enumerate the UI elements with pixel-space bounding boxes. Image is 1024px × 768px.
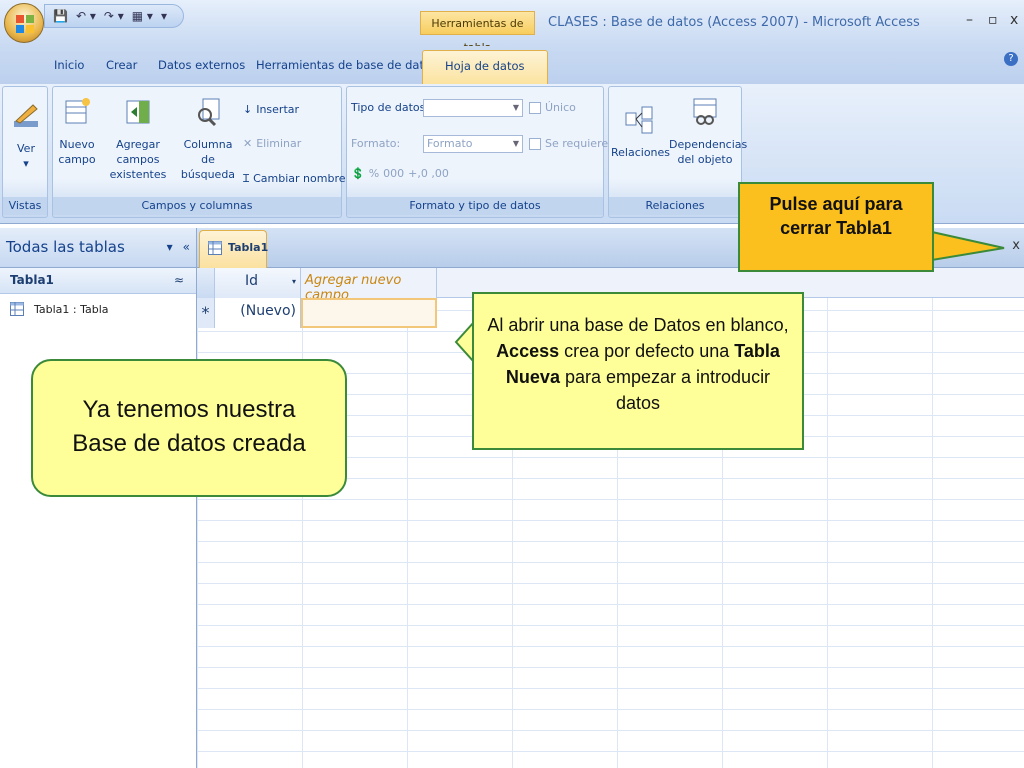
callout-close-hint: Pulse aquí para cerrar Tabla1 [738,182,934,272]
insertar-button[interactable]: ↓ Insertar [243,103,299,116]
chevron-up-icon[interactable]: ≈ [174,273,184,287]
insert-column-icon: ↓ [243,103,253,116]
chevron-down-icon: ▼ [512,103,519,112]
increase-decimals-button[interactable]: +,0 ,00 [408,167,449,180]
relaciones-button[interactable]: Relaciones [611,105,670,160]
select-all-corner[interactable] [197,268,215,298]
view-icon[interactable]: ▦ ▾ [132,9,153,23]
columna-busqueda-button[interactable]: Columna de búsqueda [177,97,239,182]
title-bar: 💾 ↶ ▾ ↷ ▾ ▦ ▾ ▾ Herramientas de tabla CL… [0,0,1024,54]
group-label-formato: Formato y tipo de datos [347,197,603,215]
callout-new-table-info: Al abrir una base de Datos en blanco, Ac… [472,292,804,450]
tipo-datos-label: Tipo de datos: [351,101,430,114]
group-relaciones: Relaciones Dependencias del objeto Relac… [608,86,747,218]
nav-group-tabla1[interactable]: Tabla1 ≈ [0,268,196,294]
table-icon [10,302,24,316]
context-tab-herramientas-tabla: Herramientas de tabla [420,11,535,54]
currency-icon[interactable]: 💲 [351,167,365,180]
tipo-datos-select[interactable]: ▼ [423,99,523,117]
tab-herramientas-bd[interactable]: Herramientas de base de datos [256,58,437,72]
nav-collapse-icon[interactable]: « [183,240,190,254]
nav-pane-header[interactable]: Todas las tablas ▾ « [0,228,196,268]
tab-hoja-de-datos[interactable]: Hoja de datos [422,50,548,84]
restore-button[interactable]: ▫ [988,12,998,28]
table-icon [208,241,222,255]
window-title: CLASES : Base de datos (Access 2007) - M… [548,15,920,30]
nav-dropdown-icon[interactable]: ▾ [167,240,173,254]
object-dependencies-icon [693,98,717,125]
number-format-buttons: 💲 % 000 +,0 ,00 [351,167,449,180]
column-header-id[interactable]: Id ▾ [215,268,301,298]
office-button[interactable] [4,3,44,43]
ver-button[interactable]: Ver ▾ [7,101,45,171]
close-window-button[interactable]: x [1010,12,1018,28]
group-label-campos: Campos y columnas [53,197,341,215]
doc-tab-tabla1[interactable]: Tabla1 [199,230,268,268]
rename-column-icon: Ɪ [243,172,250,185]
nuevo-campo-button[interactable]: Nuevo campo [57,97,97,167]
new-field-icon [65,98,90,124]
percent-button[interactable]: % [369,167,379,180]
save-icon[interactable]: 💾 [53,9,68,23]
table-row-new: * (Nuevo) [197,298,437,328]
group-label-relaciones: Relaciones [609,197,741,215]
relationships-icon [625,106,653,134]
se-requiere-checkbox[interactable]: Se requiere [529,137,608,150]
ribbon-tabs: Inicio Crear Datos externos Herramientas… [0,46,1024,84]
formato-label: Formato: [351,137,401,150]
tab-inicio[interactable]: Inicio [54,58,84,72]
cell-add-field-new[interactable] [301,298,437,328]
group-vistas: Ver ▾ Vistas [2,86,48,218]
dependencias-button[interactable]: Dependencias del objeto [669,97,747,167]
new-row-marker[interactable]: * [197,298,215,328]
nav-item-tabla1[interactable]: Tabla1 : Tabla [0,294,196,324]
chevron-down-icon: ▼ [512,139,519,148]
undo-icon[interactable]: ↶ ▾ [76,9,96,23]
checkbox-icon [529,101,541,114]
close-table-button[interactable]: x [1012,238,1020,253]
delete-column-icon: ✕ [243,137,253,150]
formato-select[interactable]: Formato ▼ [423,135,523,153]
tab-datos-externos[interactable]: Datos externos [158,58,245,72]
group-label-vistas: Vistas [3,197,47,215]
group-campos-columnas: Nuevo campo Agregar campos existentes Co… [52,86,346,218]
cambiar-nombre-button[interactable]: Ɪ Cambiar nombre [243,171,346,186]
checkbox-icon [529,137,541,150]
callout-database-created: Ya tenemos nuestra Base de datos creada [31,359,347,497]
help-icon[interactable]: ? [1004,52,1018,66]
navigation-pane: Todas las tablas ▾ « Tabla1 ≈ Tabla1 : T… [0,228,197,768]
cell-id-new[interactable]: (Nuevo) [215,298,301,328]
office-logo-icon [16,15,34,33]
minimize-button[interactable]: – [966,12,973,28]
lookup-column-icon [198,98,220,127]
redo-icon[interactable]: ↷ ▾ [104,9,124,23]
quick-access-toolbar: 💾 ↶ ▾ ↷ ▾ ▦ ▾ ▾ [44,4,184,28]
chevron-down-icon[interactable]: ▾ [292,277,296,286]
tab-crear[interactable]: Crear [106,58,137,72]
add-existing-fields-icon [126,100,150,124]
group-formato-tipo: Tipo de datos: ▼ Único Formato: Formato ▼… [346,86,608,218]
column-header-add-field[interactable]: Agregar nuevo campo [301,268,437,303]
view-design-icon [14,104,38,127]
eliminar-button[interactable]: ✕ Eliminar [243,137,301,150]
thousands-button[interactable]: 000 [383,167,404,180]
unico-checkbox[interactable]: Único [529,101,576,114]
customize-qat-icon[interactable]: ▾ [161,9,167,23]
agregar-campos-button[interactable]: Agregar campos existentes [97,97,179,182]
